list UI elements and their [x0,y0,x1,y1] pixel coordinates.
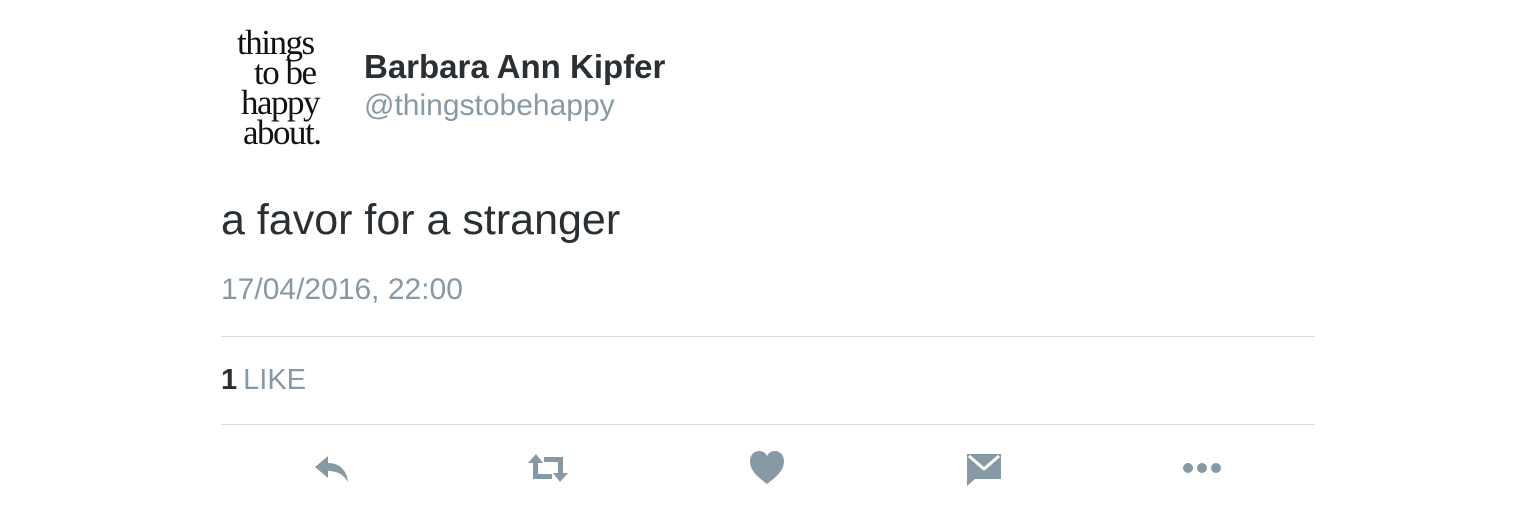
divider [221,424,1315,425]
reply-button[interactable] [311,446,355,490]
like-count-stat[interactable]: 1 LIKE [221,364,306,397]
envelope-icon [967,454,1001,486]
direct-message-button[interactable] [962,446,1006,490]
reply-icon [315,456,348,482]
retweet-button[interactable] [526,446,570,490]
like-button[interactable] [745,446,789,490]
like-count: 1 [221,364,238,396]
like-count-label: LIKE [243,364,307,396]
heart-icon [750,451,784,484]
tweet-card: things to be happy about. Barbara Ann Ki… [221,0,1315,511]
tweet-text: a favor for a stranger [221,196,621,244]
divider [221,336,1315,337]
tweet-timestamp: 17/04/2016, 22:00 [221,273,463,306]
author-handle[interactable]: @thingstobehappy [364,89,615,123]
more-dots-icon [1183,463,1221,473]
avatar-text-line: about. [243,113,322,152]
more-options-button[interactable] [1180,446,1224,490]
retweet-icon [528,454,568,482]
avatar[interactable]: things to be happy about. [231,25,343,154]
author-display-name[interactable]: Barbara Ann Kipfer [364,48,665,86]
